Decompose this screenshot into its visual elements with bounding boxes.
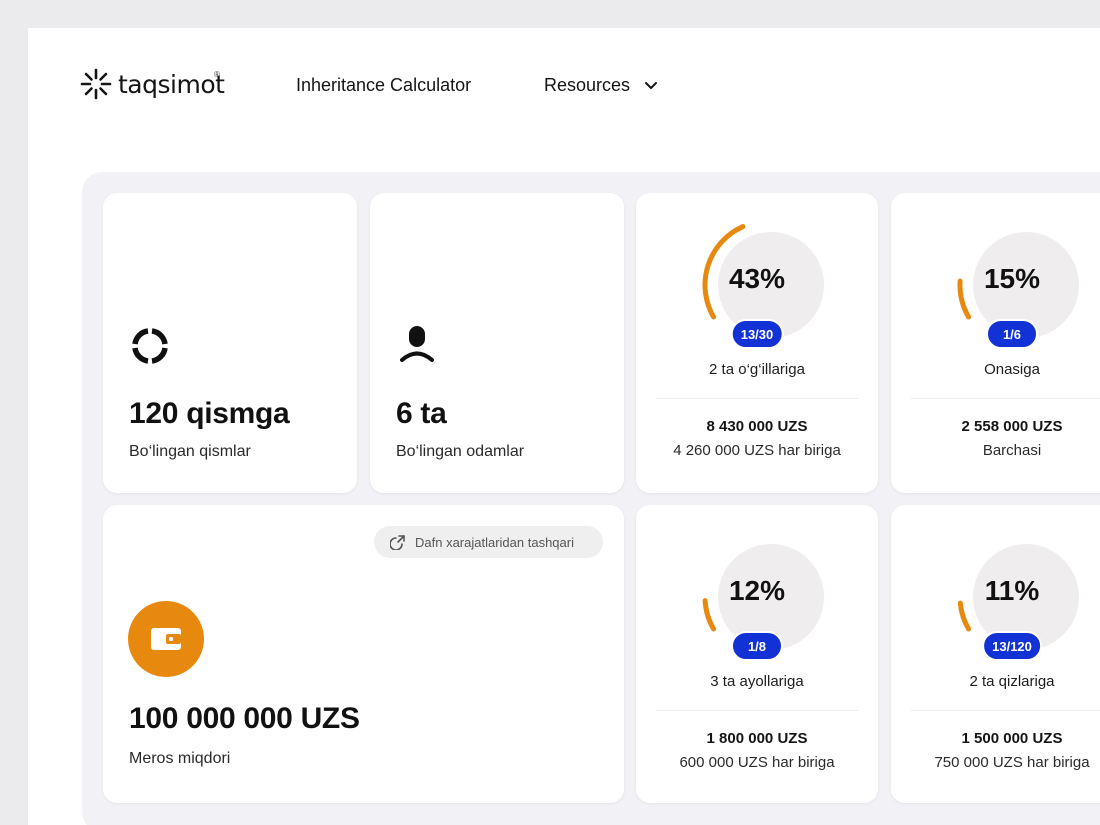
estate-label: Meros miqdori — [129, 750, 231, 767]
logo-text: taqsimot — [118, 69, 225, 99]
share-each: 4 260 000 UZS har biriga — [673, 442, 841, 459]
wallet-badge — [128, 601, 204, 677]
chevron-down-icon — [645, 81, 658, 89]
share-recipient: 3 ta ayollariga — [710, 673, 804, 690]
share-percent: 43% — [728, 263, 786, 294]
funeral-exclusion-badge[interactable]: Dafn xarajatlaridan tashqari — [374, 526, 603, 558]
share-amount: 1 800 000 UZS — [706, 730, 808, 747]
share-fraction-badge: 13/120 — [982, 631, 1042, 661]
share-recipient: Onasiga — [984, 361, 1040, 378]
nav-resources-dropdown[interactable]: Resources — [544, 75, 658, 96]
funeral-exclusion-text: Dafn xarajatlaridan tashqari — [415, 534, 574, 550]
share-fraction-badge: 13/30 — [730, 319, 784, 349]
pie-segments-icon — [132, 328, 168, 364]
person-icon — [400, 326, 434, 362]
parts-label: Bo‘lingan qismlar — [129, 443, 251, 460]
share-amount: 8 430 000 UZS — [706, 418, 808, 435]
share-fraction-badge: 1/8 — [731, 631, 783, 661]
share-percent: 12% — [728, 575, 786, 606]
people-card: 6 ta Bo‘lingan odamlar — [370, 193, 624, 493]
share-recipient: 2 ta qizlariga — [969, 673, 1055, 690]
share-percent: 11% — [984, 575, 1040, 606]
sunburst-logo-icon — [80, 68, 112, 100]
share-card-mother: 15% 1/6 Onasiga 2 558 000 UZS Barchasi — [891, 193, 1100, 493]
people-value: 6 ta — [396, 397, 447, 430]
parts-card: 120 qismga Bo‘lingan qismlar — [103, 193, 357, 493]
divider — [656, 398, 858, 399]
share-recipient: 2 ta o‘g‘illariga — [709, 361, 805, 378]
estate-value: 100 000 000 UZS — [129, 702, 360, 735]
external-link-icon — [390, 535, 405, 550]
share-card-daughters: 11% 13/120 2 ta qizlariga 1 500 000 UZS … — [891, 505, 1100, 803]
share-percent: 15% — [983, 263, 1041, 294]
divider — [656, 710, 858, 711]
wallet-icon — [151, 628, 181, 650]
share-fraction-badge: 1/6 — [986, 319, 1038, 349]
nav-inheritance-calculator[interactable]: Inheritance Calculator — [296, 75, 471, 96]
share-amount: 1 500 000 UZS — [961, 730, 1063, 747]
share-amount: 2 558 000 UZS — [961, 418, 1063, 435]
divider — [911, 398, 1100, 399]
share-each: Barchasi — [982, 442, 1042, 459]
registered-mark: ® — [214, 70, 220, 79]
share-each: 600 000 UZS har biriga — [679, 754, 835, 771]
divider — [911, 710, 1100, 711]
share-card-sons: 43% 13/30 2 ta o‘g‘illariga 8 430 000 UZ… — [636, 193, 878, 493]
people-label: Bo‘lingan odamlar — [396, 443, 525, 460]
nav-resources-label: Resources — [544, 75, 631, 95]
parts-value: 120 qismga — [129, 397, 290, 430]
share-each: 750 000 UZS har biriga — [934, 754, 1090, 771]
share-card-wives: 12% 1/8 3 ta ayollariga 1 800 000 UZS 60… — [636, 505, 878, 803]
logo[interactable]: taqsimot ® — [80, 68, 225, 100]
